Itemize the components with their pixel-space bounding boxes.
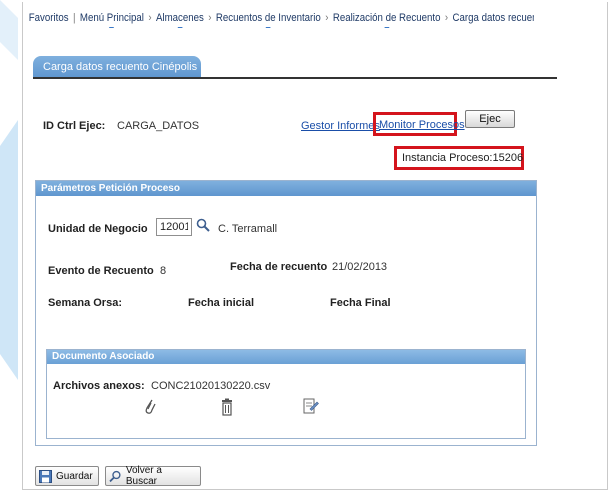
breadcrumb-item-menu-principal[interactable]: Menú Principal xyxy=(78,12,146,28)
breadcrumb-separator-icon: › xyxy=(444,12,449,24)
breadcrumb-item-realizacion[interactable]: Realización de Recuento xyxy=(331,12,442,28)
fecha-final-label: Fecha Final xyxy=(330,297,391,309)
monitor-procesos-link[interactable]: Monitor Procesos xyxy=(379,119,465,131)
ejec-button[interactable]: Ejec xyxy=(465,110,515,128)
delete-icon[interactable] xyxy=(221,398,233,419)
file-name: CONC21020130220.csv xyxy=(151,380,271,392)
lookup-icon[interactable] xyxy=(196,218,212,234)
guardar-label: Guardar xyxy=(56,470,93,482)
unidad-input[interactable] xyxy=(156,218,192,236)
evento-value: 8 xyxy=(160,265,167,277)
decorative-wedge-left xyxy=(0,120,18,380)
guardar-button[interactable]: Guardar xyxy=(35,466,99,486)
breadcrumb-item-almacenes[interactable]: Almacenes xyxy=(154,12,205,28)
parametros-group: Parámetros Petición Proceso Unidad de Ne… xyxy=(35,180,537,446)
breadcrumb-item-current: Carga datos recuento Cinépolis xyxy=(452,12,534,24)
archivos-label: Archivos anexos: xyxy=(53,380,145,392)
breadcrumb-separator-icon: › xyxy=(325,12,329,24)
documento-header: Documento Asociado xyxy=(47,350,525,364)
view-document-icon[interactable] xyxy=(303,398,319,419)
volver-buscar-button[interactable]: Volver a Buscar xyxy=(105,465,201,487)
search-icon xyxy=(109,470,121,482)
run-control-label: ID Ctrl Ejec: xyxy=(43,120,106,132)
volver-buscar-label: Volver a Buscar xyxy=(125,465,162,487)
tab-underline xyxy=(33,77,557,79)
instancia-proceso-text: Instancia Proceso:15206 xyxy=(402,152,524,164)
unidad-label: Unidad de Negocio xyxy=(48,223,148,235)
gestor-informes-link[interactable]: Gestor Informes xyxy=(301,120,380,132)
attach-icon[interactable] xyxy=(143,398,157,419)
run-control-value: CARGA_DATOS xyxy=(117,120,200,132)
fecha-recuento-label: Fecha de recuento xyxy=(230,261,328,273)
fecha-inicial-label: Fecha inicial xyxy=(188,297,255,309)
unidad-desc: C. Terramall xyxy=(218,223,278,235)
fecha-recuento-value: 21/02/2013 xyxy=(332,261,388,273)
parametros-header: Parámetros Petición Proceso xyxy=(36,181,536,196)
breadcrumb-item-favoritos[interactable]: Favoritos xyxy=(27,12,70,24)
breadcrumb: Favoritos | Menú Principal › Almacenes ›… xyxy=(27,8,534,28)
breadcrumb-separator-icon: › xyxy=(208,12,212,24)
tab-carga-datos[interactable]: Carga datos recuento Cinépolis xyxy=(33,56,201,78)
save-icon xyxy=(39,469,52,483)
documento-group: Documento Asociado Archivos anexos: CONC… xyxy=(46,349,526,439)
evento-label: Evento de Recuento xyxy=(48,265,154,277)
decorative-wedge-top xyxy=(0,0,18,60)
breadcrumb-divider: | xyxy=(72,12,76,24)
breadcrumb-separator-icon: › xyxy=(148,12,152,24)
page-frame: Favoritos | Menú Principal › Almacenes ›… xyxy=(22,2,608,490)
breadcrumb-item-recuentos[interactable]: Recuentos de Inventario xyxy=(214,12,322,28)
semana-orsa-label: Semana Orsa: xyxy=(48,297,122,309)
